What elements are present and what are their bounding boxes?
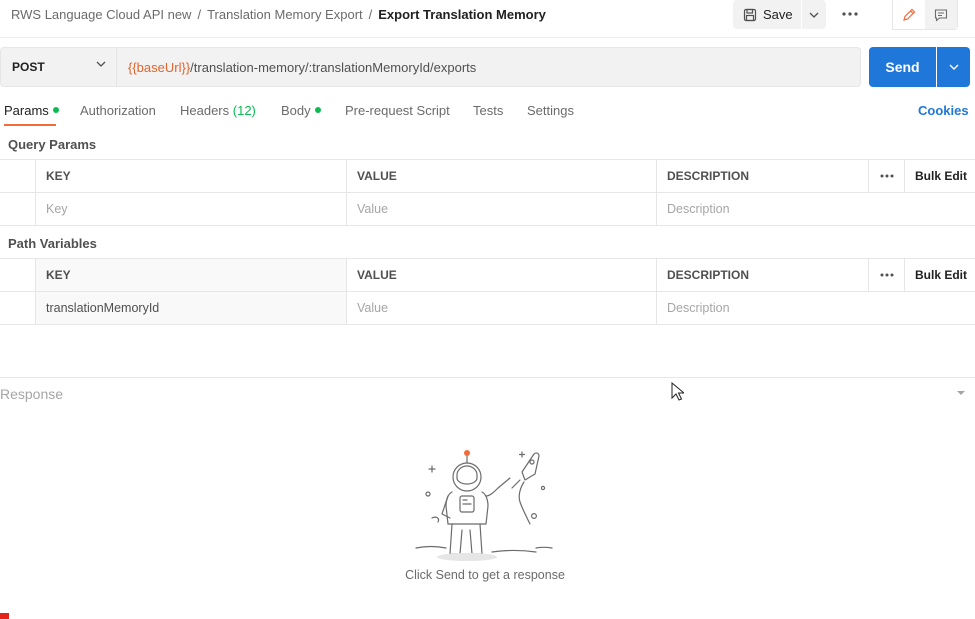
key-column-header: KEY <box>36 259 347 291</box>
request-name[interactable]: Export Translation Memory <box>378 7 546 22</box>
tab-tests-label: Tests <box>473 103 504 118</box>
description-column-header: DESCRIPTION <box>657 259 869 291</box>
path-variables-title: Path Variables <box>8 236 97 251</box>
send-button[interactable]: Send <box>869 47 936 87</box>
table-header-row: KEY VALUE DESCRIPTION Bulk Edit <box>0 259 975 292</box>
tab-settings-label: Settings <box>527 103 574 118</box>
view-mode-toggle <box>892 0 958 30</box>
request-tabs: Params Authorization Headers (12) Body P… <box>0 99 975 127</box>
astronaut-illustration <box>415 450 553 561</box>
top-bar: RWS Language Cloud API new / Translation M… <box>0 0 975 38</box>
checkbox-column-header <box>0 259 36 291</box>
tab-prerequest-label: Pre-request Script <box>345 103 450 118</box>
value-column-header: VALUE <box>347 259 657 291</box>
more-actions-button[interactable] <box>838 4 862 24</box>
chevron-down-icon <box>809 12 819 18</box>
method-label: POST <box>12 60 45 74</box>
chevron-down-icon <box>96 61 106 67</box>
query-params-title: Query Params <box>8 137 97 152</box>
tab-headers-count: (12) <box>232 103 256 118</box>
path-variable-key: translationMemoryId <box>36 292 347 324</box>
tab-settings[interactable]: Settings <box>527 103 574 118</box>
more-horizontal-icon <box>880 273 893 277</box>
tab-prerequest-script[interactable]: Pre-request Script <box>345 103 450 118</box>
comments-button[interactable] <box>925 0 957 29</box>
table-row: Key Value Description <box>0 193 975 226</box>
value-input[interactable]: Value <box>347 193 657 225</box>
more-horizontal-icon <box>842 12 858 16</box>
breadcrumb-separator: / <box>197 7 202 22</box>
cookies-link[interactable]: Cookies <box>918 103 969 118</box>
breadcrumb-collection[interactable]: RWS Language Cloud API new <box>11 7 191 22</box>
key-column-header: KEY <box>36 160 347 192</box>
status-indicator <box>0 613 9 619</box>
description-column-header: DESCRIPTION <box>657 160 869 192</box>
tab-body[interactable]: Body <box>281 103 321 118</box>
mouse-cursor-icon <box>671 382 684 401</box>
url-path: /translation-memory/:translationMemoryId… <box>190 59 477 75</box>
pencil-icon <box>903 8 916 21</box>
tab-body-label: Body <box>281 103 311 118</box>
save-options-button[interactable] <box>802 0 826 29</box>
save-label: Save <box>763 7 793 22</box>
tab-headers-label: Headers <box>180 103 230 118</box>
description-input[interactable]: Description <box>657 292 975 324</box>
row-checkbox-cell <box>0 193 36 225</box>
save-icon <box>743 8 757 21</box>
query-params-table: KEY VALUE DESCRIPTION Bulk Edit Key Valu… <box>0 159 975 226</box>
send-options-button[interactable] <box>937 47 970 87</box>
send-label: Send <box>885 59 920 75</box>
column-options-button[interactable] <box>869 259 905 291</box>
tab-authorization-label: Authorization <box>80 103 156 118</box>
column-options-button[interactable] <box>869 160 905 192</box>
edit-mode-button[interactable] <box>893 0 925 29</box>
tab-tests[interactable]: Tests <box>473 103 503 118</box>
tab-headers[interactable]: Headers (12) <box>180 103 256 118</box>
more-horizontal-icon <box>880 174 893 178</box>
bulk-edit-button[interactable]: Bulk Edit <box>905 259 975 291</box>
method-select[interactable]: POST <box>0 47 116 87</box>
value-column-header: VALUE <box>347 160 657 192</box>
response-empty-hint: Click Send to get a response <box>405 568 565 582</box>
tab-authorization[interactable]: Authorization <box>80 103 156 118</box>
row-checkbox-cell <box>0 292 36 324</box>
tab-params[interactable]: Params <box>4 103 59 118</box>
table-row: translationMemoryId Value Description <box>0 292 975 325</box>
description-input[interactable]: Description <box>657 193 975 225</box>
comment-icon <box>934 8 948 22</box>
breadcrumb: RWS Language Cloud API new / Translation M… <box>11 7 546 22</box>
key-input[interactable]: Key <box>36 193 347 225</box>
status-dot <box>314 107 321 113</box>
checkbox-column-header <box>0 160 36 192</box>
url-input[interactable]: {{baseUrl}}/translation-memory/:translat… <box>116 47 861 87</box>
response-title: Response <box>0 386 64 402</box>
breadcrumb-folder[interactable]: Translation Memory Export <box>207 7 363 22</box>
breadcrumb-separator: / <box>368 7 373 22</box>
url-variable: {{baseUrl}} <box>128 59 191 75</box>
active-tab-indicator <box>4 124 56 126</box>
table-header-row: KEY VALUE DESCRIPTION Bulk Edit <box>0 160 975 193</box>
status-dot <box>52 107 59 113</box>
chevron-down-icon <box>949 64 958 70</box>
bulk-edit-button[interactable]: Bulk Edit <box>905 160 975 192</box>
path-variables-table: KEY VALUE DESCRIPTION Bulk Edit translat… <box>0 258 975 325</box>
tab-params-label: Params <box>4 103 49 118</box>
save-button[interactable]: Save <box>733 0 801 29</box>
value-input[interactable]: Value <box>347 292 657 324</box>
response-divider[interactable] <box>0 377 975 378</box>
caret-down-icon[interactable] <box>956 390 966 396</box>
